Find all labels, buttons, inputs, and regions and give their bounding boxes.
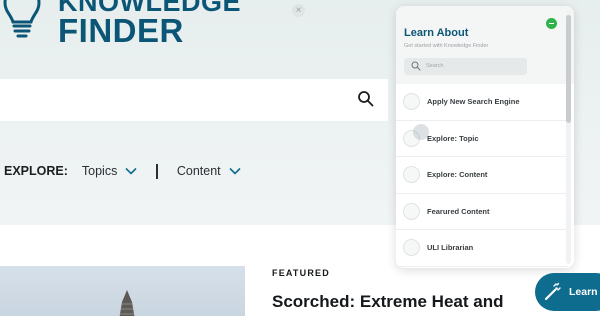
featured-article-title[interactable]: Scorched: Extreme Heat and	[272, 292, 503, 312]
chevron-down-icon	[125, 167, 137, 175]
site-logo[interactable]: KNOWLEDGE FINDER	[0, 0, 241, 52]
panel-item-label: ULI Librarian	[427, 243, 474, 253]
radio-circle[interactable]	[403, 239, 420, 257]
chevron-down-icon	[229, 167, 241, 175]
learn-about-panel: Learn About Get started with Knowledge F…	[396, 6, 574, 268]
panel-subtitle: Get started with Knowledge Finder	[404, 43, 489, 49]
tower-silhouette	[119, 290, 135, 316]
explore-topics-label: Topics	[81, 164, 118, 178]
panel-header: Learn About Get started with Knowledge F…	[396, 6, 574, 84]
explore-content-dropdown[interactable]: Content	[177, 164, 241, 178]
explore-divider	[156, 163, 158, 179]
panel-item-label: Explore: Content	[427, 170, 488, 180]
logo-text-line2: FINDER	[58, 12, 184, 49]
learn-button[interactable]: Learn	[535, 273, 600, 311]
lightbulb-icon	[3, 0, 41, 38]
minimize-icon[interactable]	[546, 18, 557, 29]
explore-topics-dropdown[interactable]: Topics	[82, 164, 137, 178]
featured-kicker: FEATURED	[272, 268, 330, 278]
panel-scrollbar[interactable]	[566, 10, 571, 264]
panel-search-placeholder: Search	[426, 63, 444, 69]
panel-search-input[interactable]: Search	[404, 58, 527, 75]
learn-button-label: Learn	[569, 286, 598, 298]
panel-item-label: Fearured Content	[427, 206, 490, 216]
panel-item-label: Explore: Topic	[427, 133, 479, 143]
search-icon[interactable]	[357, 90, 375, 108]
featured-image[interactable]	[0, 266, 245, 316]
search-icon	[411, 61, 421, 71]
explore-content-label: Content	[176, 164, 221, 178]
close-icon[interactable]: ×	[292, 4, 305, 17]
magic-wand-icon	[544, 282, 561, 301]
panel-topic-list: Apply New Search Engine Explore: Topic E…	[396, 84, 568, 267]
panel-item-explore-content[interactable]: Explore: Content	[396, 157, 568, 194]
panel-item-uli-librarian[interactable]: ULI Librarian	[396, 230, 568, 267]
panel-item-apply-new-search-engine[interactable]: Apply New Search Engine	[396, 84, 568, 121]
search-input[interactable]	[0, 79, 388, 121]
radio-circle[interactable]	[403, 202, 420, 220]
explore-label: EXPLORE:	[4, 164, 68, 178]
explore-nav: EXPLORE: Topics Content	[4, 163, 241, 179]
radio-circle[interactable]	[403, 93, 420, 111]
panel-title: Learn About	[404, 27, 469, 39]
cursor-highlight	[413, 124, 429, 140]
scrollbar-thumb[interactable]	[566, 15, 571, 123]
radio-circle[interactable]	[403, 166, 420, 184]
panel-item-label: Apply New Search Engine	[427, 97, 520, 107]
panel-item-featured-content[interactable]: Fearured Content	[396, 194, 568, 230]
